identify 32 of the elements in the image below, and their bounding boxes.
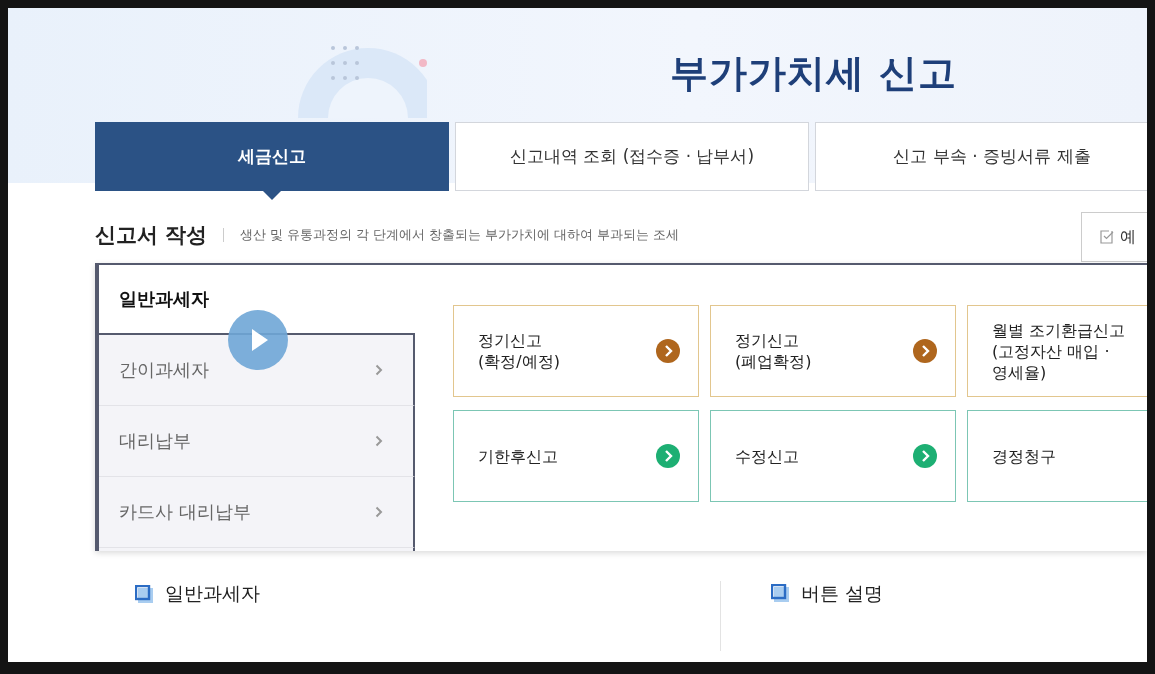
filing-card[interactable]: 정기신고 (확정/예정) — [453, 305, 699, 397]
filing-card[interactable]: 경정청구 — [967, 410, 1147, 502]
subsection-title: 버튼 설명 — [801, 581, 884, 606]
tab-pointer-icon — [263, 191, 281, 200]
page-title: 부가가치세 신고 — [669, 50, 957, 97]
tab[interactable]: 신고 부속 · 증빙서류 제출 — [815, 122, 1147, 191]
play-button-icon[interactable] — [228, 310, 288, 370]
menu-item[interactable]: 일반과세자 — [99, 265, 415, 335]
section-title: 신고서 작성 — [95, 222, 208, 249]
tab[interactable]: 신고내역 조회 (접수증 · 납부서) — [455, 122, 809, 191]
card-label: 정기신고 (확정/예정) — [478, 330, 560, 372]
filing-card[interactable]: 기한후신고 — [453, 410, 699, 502]
chevron-icon — [375, 506, 383, 518]
menu-item[interactable]: 카드사 대리납부 — [99, 477, 415, 548]
menu-item[interactable]: 대리납부 — [99, 406, 415, 477]
square-bullet-icon — [135, 585, 153, 603]
checkbox-icon — [1100, 230, 1114, 244]
tab[interactable]: 세금신고 — [95, 122, 449, 191]
card-label: 월별 조기환급신고 (고정자산 매입 · 영세율) — [992, 319, 1126, 383]
chevron-icon — [375, 435, 383, 447]
example-button[interactable]: 예 — [1081, 212, 1147, 262]
subsection-title: 일반과세자 — [165, 581, 260, 606]
card-label: 정기신고 (폐업확정) — [735, 330, 812, 372]
card-label: 경정청구 — [992, 445, 1056, 467]
filing-card[interactable]: 정기신고 (폐업확정) — [710, 305, 956, 397]
card-label: 기한후신고 — [478, 445, 558, 467]
filing-card[interactable]: 수정신고 — [710, 410, 956, 502]
card-label: 수정신고 — [735, 445, 799, 467]
filing-card[interactable]: 월별 조기환급신고 (고정자산 매입 · 영세율) — [967, 305, 1147, 397]
section-description: 생산 및 유통과정의 각 단계에서 창출되는 부가가치에 대하여 부과되는 조세 — [223, 228, 680, 242]
square-bullet-icon — [771, 584, 789, 602]
chevron-icon — [375, 364, 383, 376]
